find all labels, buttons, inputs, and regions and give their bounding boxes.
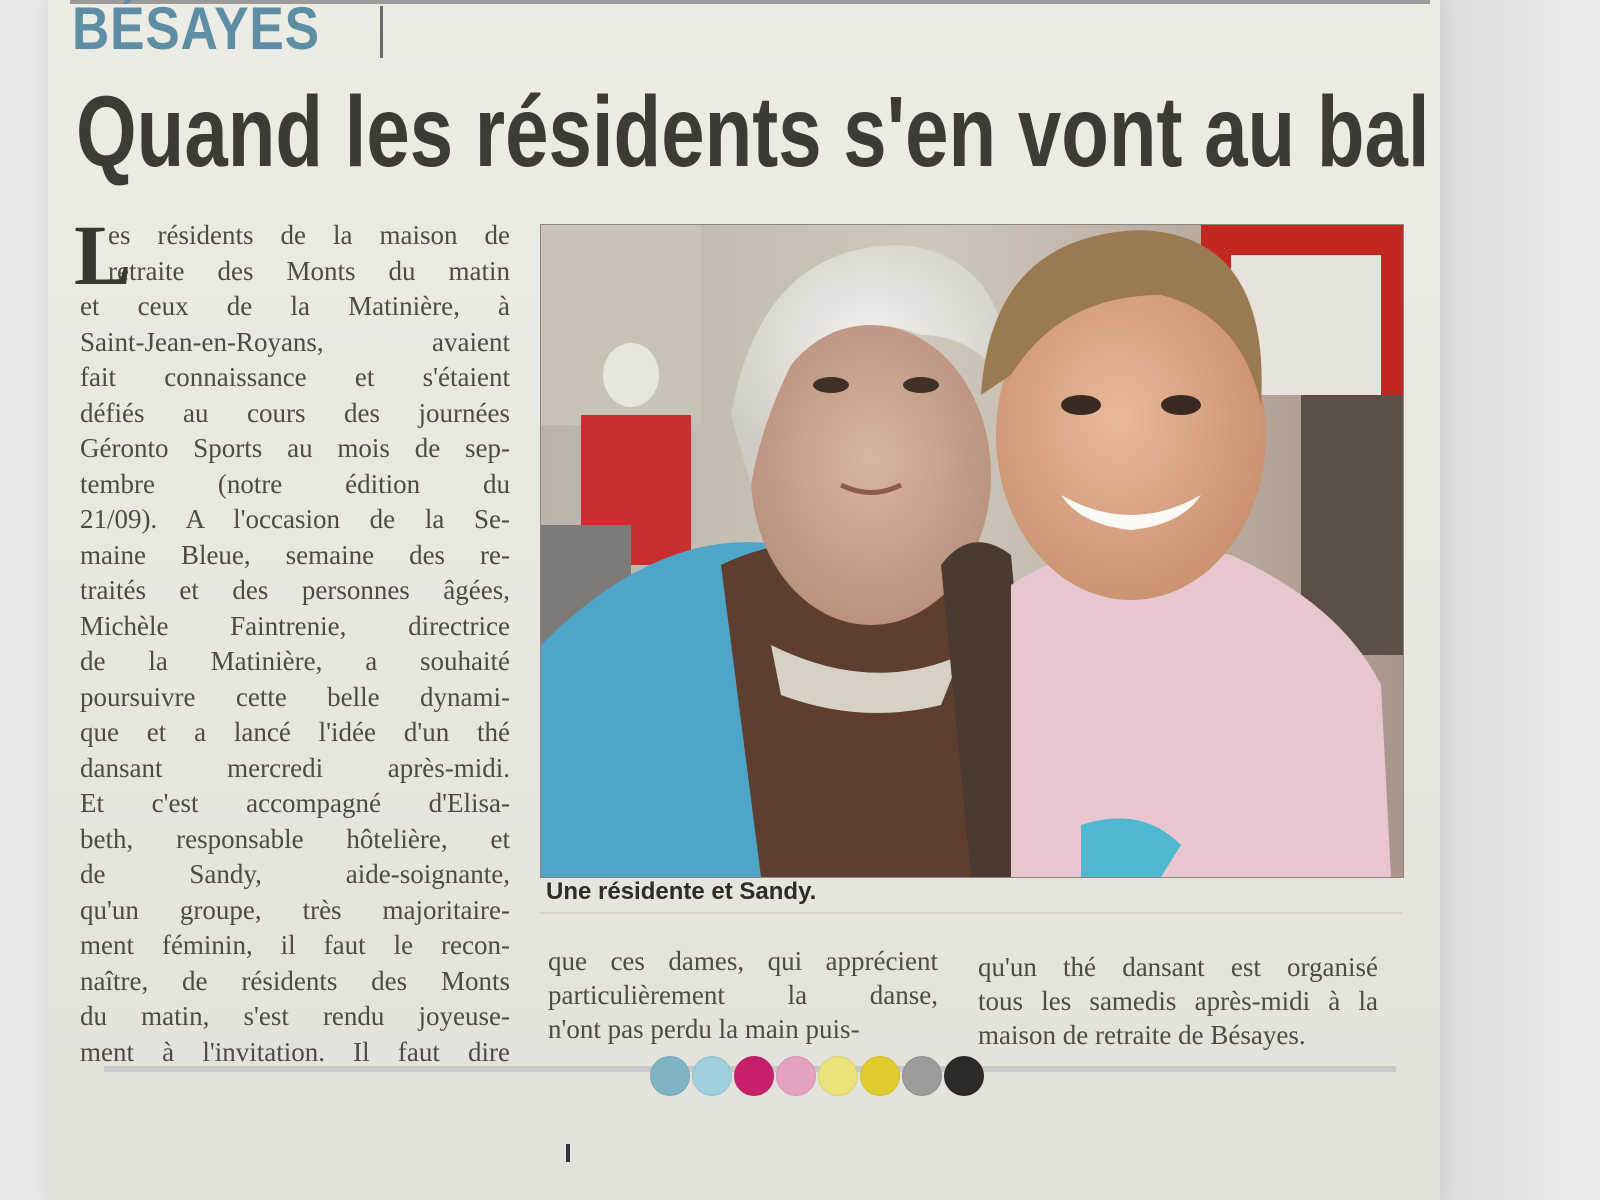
color-swatch <box>650 1056 690 1096</box>
body-text-line: fait connaissance et s'étaient <box>80 362 510 392</box>
section-label: BÉSAYES <box>72 0 320 62</box>
body-text-line: poursuivre cette belle dynami- <box>80 681 510 712</box>
body-text-line: que et a lancé l'idée d'un thé <box>80 717 510 747</box>
body-text-line: naître, de résidents des Monts <box>80 965 510 996</box>
body-text-line: 21/09). A l'occasion de la Se- <box>80 504 510 534</box>
body-text-line: qu'un thé dansant est organisé <box>978 952 1378 982</box>
body-text-line: es résidents de la maison de <box>108 220 510 250</box>
body-text-line: de la Matinière, a souhaité <box>80 646 510 676</box>
article-photo <box>540 224 1404 878</box>
color-swatch <box>902 1056 942 1096</box>
photo-caption: Une résidente et Sandy. <box>546 878 817 905</box>
body-text-line: du matin, s'est rendu joyeuse- <box>80 1001 510 1031</box>
body-text-line: de Sandy, aide-soignante, <box>80 859 510 889</box>
body-text-line: dansant mercredi après-midi. <box>80 752 510 783</box>
article-column-3: qu'un thé dansant est organisé tous les s… <box>978 950 1378 1052</box>
body-text-line: retraite des Monts du matin <box>108 255 510 286</box>
body-text-line: ment féminin, il faut le recon- <box>80 930 510 960</box>
section-divider <box>380 6 383 58</box>
body-text-line: que ces dames, qui apprécient <box>548 946 938 976</box>
body-text-line: Et c'est accompagné d'Elisa- <box>80 788 510 818</box>
color-swatch <box>776 1056 816 1096</box>
drop-cap: L <box>74 207 132 303</box>
body-text-line: Géronto Sports au mois de sep- <box>80 433 510 463</box>
article-column-2: que ces dames, qui apprécient particulièr… <box>548 944 938 1046</box>
color-swatch <box>692 1056 732 1096</box>
body-text-line: maison de retraite de Bésayes. <box>978 1020 1306 1050</box>
body-text-line: qu'un groupe, très majoritaire- <box>80 894 510 925</box>
color-swatch <box>944 1056 984 1096</box>
body-text-line: n'ont pas perdu la main puis- <box>548 1014 860 1044</box>
body-text-line: Saint-Jean-en-Royans, avaient <box>80 326 510 357</box>
color-swatch <box>818 1056 858 1096</box>
body-text-line: ment à l'invitation. Il faut dire <box>80 1036 510 1067</box>
color-swatch <box>734 1056 774 1096</box>
body-text-line: Michèle Faintrenie, directrice <box>80 610 510 641</box>
article-column-1: L es résidents de la maison de retraite d… <box>74 212 510 1070</box>
body-text-line: tous les samedis après-midi à la <box>978 986 1378 1016</box>
page-mark <box>566 1144 570 1162</box>
body-text-line: tembre (notre édition du <box>80 468 510 499</box>
body-text-line: traités et des personnes âgées, <box>80 575 510 605</box>
body-text-line: et ceux de la Matinière, à <box>80 291 510 321</box>
article-headline: Quand les résidents s'en vont au bal <box>76 76 1430 188</box>
background-wall <box>1440 0 1600 1200</box>
caption-rule <box>540 912 1402 914</box>
color-swatch <box>860 1056 900 1096</box>
body-text-line: maine Bleue, semaine des re- <box>80 539 510 570</box>
body-text-line: beth, responsable hôtelière, et <box>80 823 510 854</box>
printer-color-bar <box>650 1056 984 1096</box>
body-text-line: défiés au cours des journées <box>80 397 510 428</box>
body-text-line: particulièrement la danse, <box>548 980 938 1010</box>
